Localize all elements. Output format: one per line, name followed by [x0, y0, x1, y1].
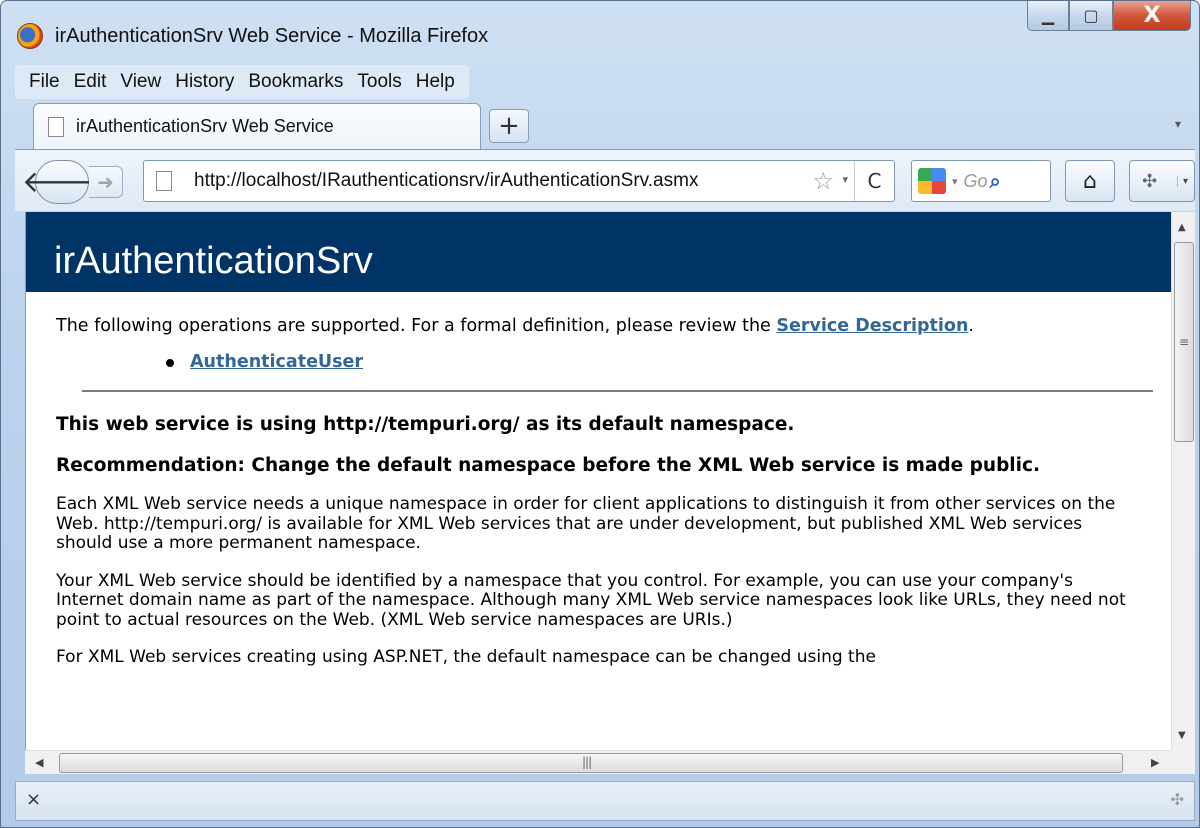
operations-list: AuthenticateUser: [166, 352, 1171, 372]
scroll-up-arrow-icon[interactable]: ▲: [1178, 222, 1186, 233]
window-title: irAuthenticationSrv Web Service - Mozill…: [55, 25, 489, 47]
back-button[interactable]: 🡐: [22, 160, 102, 204]
menu-bar: File Edit View History Bookmarks Tools H…: [15, 65, 469, 99]
page-icon: [48, 116, 64, 137]
page-title: irAuthenticationSrv: [26, 212, 1171, 292]
maximize-button[interactable]: ▢: [1069, 1, 1113, 31]
menu-history[interactable]: History: [169, 71, 240, 93]
addon-icon: ✣: [1142, 170, 1158, 192]
close-icon[interactable]: ×: [26, 789, 41, 810]
vertical-scrollbar[interactable]: ▲ ≡ ▼: [1171, 212, 1195, 750]
horizontal-scrollbar[interactable]: ◀ ||| ▶: [25, 750, 1171, 774]
page-content: irAuthenticationSrv The following operat…: [25, 212, 1171, 750]
paragraph-aspnet-namespace: For XML Web services creating using ASP.…: [56, 647, 876, 667]
menu-help[interactable]: Help: [410, 71, 461, 93]
addon-button[interactable]: ✣ ▾: [1129, 160, 1195, 202]
menu-bookmarks[interactable]: Bookmarks: [242, 71, 349, 93]
tab-list-arrow-icon[interactable]: ▾: [1175, 117, 1181, 131]
paragraph-namespace-uniqueness: Each XML Web service needs a unique name…: [56, 494, 1116, 553]
scroll-right-arrow-icon[interactable]: ▶: [1151, 756, 1159, 769]
search-engine-dropdown-icon[interactable]: ▾: [952, 175, 958, 188]
browser-window: irAuthenticationSrv Web Service - Mozill…: [0, 0, 1200, 828]
menu-tools[interactable]: Tools: [351, 71, 407, 93]
scroll-down-arrow-icon[interactable]: ▼: [1178, 730, 1186, 741]
intro-end: .: [968, 316, 974, 336]
forward-arrow-icon: ➜: [97, 170, 114, 194]
navigation-bar: 🡐 ➜ http://localhost/IRauthenticationsrv…: [15, 149, 1195, 211]
list-item: AuthenticateUser: [166, 352, 1171, 372]
addon-dropdown-icon[interactable]: ▾: [1176, 176, 1188, 187]
minimize-button[interactable]: ▁: [1027, 1, 1069, 31]
firefox-logo-icon[interactable]: [17, 23, 43, 49]
menu-edit[interactable]: Edit: [68, 71, 113, 93]
site-identity-page-icon[interactable]: [156, 171, 172, 191]
search-box[interactable]: ▾ Go ⌕: [911, 160, 1051, 202]
addon-bar-icon[interactable]: ✣: [1171, 790, 1184, 809]
scroll-left-arrow-icon[interactable]: ◀: [35, 756, 43, 769]
menu-view[interactable]: View: [114, 71, 167, 93]
reload-icon[interactable]: C: [854, 161, 894, 201]
scrollbar-corner: [1171, 750, 1195, 774]
paragraph-namespace-control: Your XML Web service should be identifie…: [56, 570, 1126, 630]
home-button[interactable]: ⌂: [1065, 160, 1115, 202]
close-button[interactable]: X: [1113, 1, 1191, 31]
window-controls: ▁ ▢ X: [1027, 1, 1191, 31]
divider: [82, 390, 1153, 392]
google-icon[interactable]: [918, 168, 946, 194]
url-text[interactable]: http://localhost/IRauthenticationsrv/irA…: [194, 170, 698, 192]
status-bar: × ✣: [15, 781, 1195, 821]
intro-text: The following operations are supported. …: [56, 316, 1171, 336]
scroll-grip-icon: |||: [582, 755, 592, 769]
service-description-link[interactable]: Service Description: [776, 316, 968, 336]
home-icon: ⌂: [1083, 168, 1097, 194]
tab-label: irAuthenticationSrv Web Service: [76, 116, 334, 136]
namespace-heading: This web service is using http://tempuri…: [56, 414, 795, 435]
title-bar[interactable]: irAuthenticationSrv Web Service - Mozill…: [1, 1, 1199, 53]
recommendation-heading: Recommendation: Change the default names…: [56, 455, 1040, 476]
new-tab-button[interactable]: +: [489, 109, 529, 143]
horizontal-scroll-thumb[interactable]: |||: [59, 753, 1123, 773]
address-bar[interactable]: http://localhost/IRauthenticationsrv/irA…: [143, 160, 895, 202]
search-icon[interactable]: ⌕: [990, 169, 1001, 193]
operation-link-authenticateuser[interactable]: AuthenticateUser: [190, 352, 363, 372]
scroll-grip-icon: ≡: [1179, 335, 1190, 349]
bookmark-star-icon[interactable]: ☆: [812, 167, 834, 195]
vertical-scroll-thumb[interactable]: ≡: [1174, 242, 1194, 442]
menu-file[interactable]: File: [23, 71, 66, 93]
forward-button[interactable]: ➜: [89, 166, 123, 198]
search-placeholder[interactable]: Go: [964, 171, 988, 192]
intro-text-span: The following operations are supported. …: [56, 316, 777, 336]
url-history-dropdown-icon[interactable]: ▾: [842, 173, 848, 186]
tab-active[interactable]: irAuthenticationSrv Web Service: [33, 103, 481, 149]
